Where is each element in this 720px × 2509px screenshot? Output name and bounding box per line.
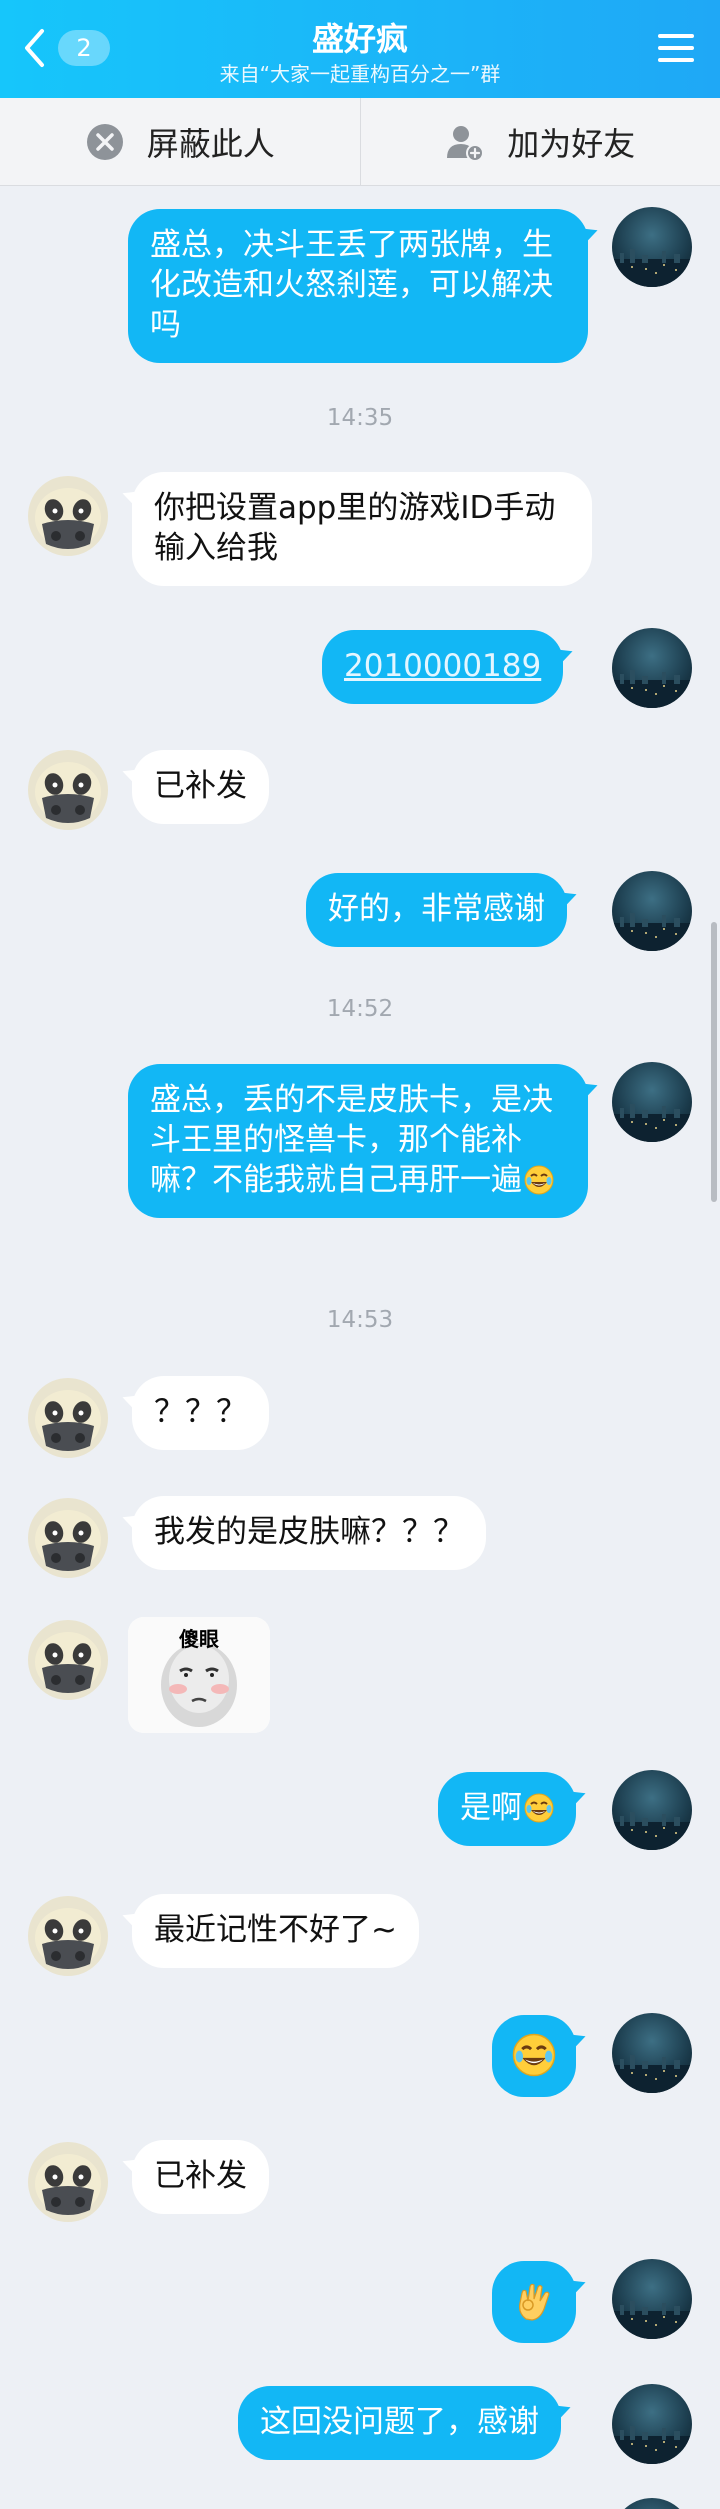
tears-of-joy-emoji bbox=[512, 2033, 556, 2077]
message-bubble-outgoing[interactable]: 盛总，决斗王丢了两张牌，生化改造和火怒刹莲，可以解决吗 bbox=[128, 209, 588, 363]
contact-avatar[interactable] bbox=[28, 1378, 108, 1458]
message-bubble-incoming[interactable]: 我发的是皮肤嘛？？？ bbox=[132, 1496, 486, 1570]
message-bubble-incoming[interactable]: 你把设置app里的游戏ID手动输入给我 bbox=[132, 472, 592, 586]
message-text: 盛总，丢的不是皮肤卡，是决斗王里的怪兽卡，那个能补嘛？不能我就自己再肝一遍 bbox=[150, 1082, 553, 1198]
contact-avatar[interactable] bbox=[28, 1896, 108, 1976]
self-avatar[interactable] bbox=[612, 2013, 692, 2093]
contact-avatar[interactable] bbox=[28, 1498, 108, 1578]
contact-avatar[interactable] bbox=[28, 476, 108, 556]
timestamp: 14:52 bbox=[326, 996, 394, 1022]
message-bubble-incoming[interactable]: 已补发 bbox=[132, 2140, 269, 2214]
block-user-button[interactable]: 屏蔽此人 bbox=[0, 98, 360, 185]
message-text: 是啊 bbox=[460, 1790, 522, 1826]
message-bubble-incoming[interactable]: ？？？ bbox=[132, 1376, 269, 1450]
add-friend-button[interactable]: 加为好友 bbox=[359, 98, 720, 185]
contact-avatar[interactable] bbox=[28, 2142, 108, 2222]
timestamp: 14:53 bbox=[326, 1307, 394, 1333]
chat-subtitle: 来自“大家一起重构百分之一”群 bbox=[219, 62, 501, 86]
tears-of-joy-emoji bbox=[524, 1793, 554, 1823]
contact-avatar[interactable] bbox=[28, 1620, 108, 1700]
message-bubble-outgoing[interactable]: 2010000189 bbox=[322, 630, 564, 704]
self-avatar[interactable] bbox=[612, 628, 692, 708]
chat-header: 2 盛好疯 来自“大家一起重构百分之一”群 bbox=[0, 0, 720, 98]
stranger-action-bar: 屏蔽此人 加为好友 bbox=[0, 98, 720, 186]
message-bubble-outgoing[interactable] bbox=[492, 2261, 576, 2343]
self-avatar[interactable] bbox=[612, 2498, 692, 2509]
timestamp: 14:35 bbox=[326, 405, 394, 431]
block-user-label: 屏蔽此人 bbox=[146, 124, 275, 163]
self-avatar[interactable] bbox=[612, 207, 692, 287]
self-avatar[interactable] bbox=[612, 2384, 692, 2464]
add-friend-label: 加为好友 bbox=[507, 124, 636, 163]
message-bubble-outgoing[interactable]: 是啊 bbox=[438, 1772, 576, 1846]
self-avatar[interactable] bbox=[612, 1062, 692, 1142]
self-avatar[interactable] bbox=[612, 2259, 692, 2339]
message-bubble-incoming[interactable]: 已补发 bbox=[132, 750, 269, 824]
message-bubble-incoming[interactable]: 最近记性不好了~ bbox=[132, 1894, 419, 1968]
message-bubble-outgoing[interactable]: 这回没问题了，感谢 bbox=[238, 2386, 561, 2460]
meme-sticker[interactable]: 傻眼 bbox=[128, 1617, 270, 1733]
ok-hand-emoji bbox=[512, 2279, 556, 2323]
game-id-link[interactable]: 2010000189 bbox=[344, 648, 541, 684]
tears-of-joy-emoji bbox=[524, 1165, 554, 1195]
block-user-icon bbox=[86, 123, 123, 160]
scrollbar[interactable] bbox=[711, 922, 717, 1202]
add-friend-icon bbox=[447, 125, 485, 162]
hamburger-menu-icon[interactable] bbox=[656, 28, 696, 68]
message-bubble-outgoing[interactable] bbox=[492, 2015, 576, 2097]
message-bubble-outgoing[interactable]: 盛总，丢的不是皮肤卡，是决斗王里的怪兽卡，那个能补嘛？不能我就自己再肝一遍 bbox=[128, 1064, 588, 1218]
chat-title: 盛好疯 bbox=[311, 20, 408, 58]
message-bubble-outgoing[interactable]: 好的，非常感谢 bbox=[306, 873, 567, 947]
sticker-caption: 傻眼 bbox=[179, 1627, 219, 1651]
contact-avatar[interactable] bbox=[28, 750, 108, 830]
self-avatar[interactable] bbox=[612, 1770, 692, 1850]
self-avatar[interactable] bbox=[612, 871, 692, 951]
